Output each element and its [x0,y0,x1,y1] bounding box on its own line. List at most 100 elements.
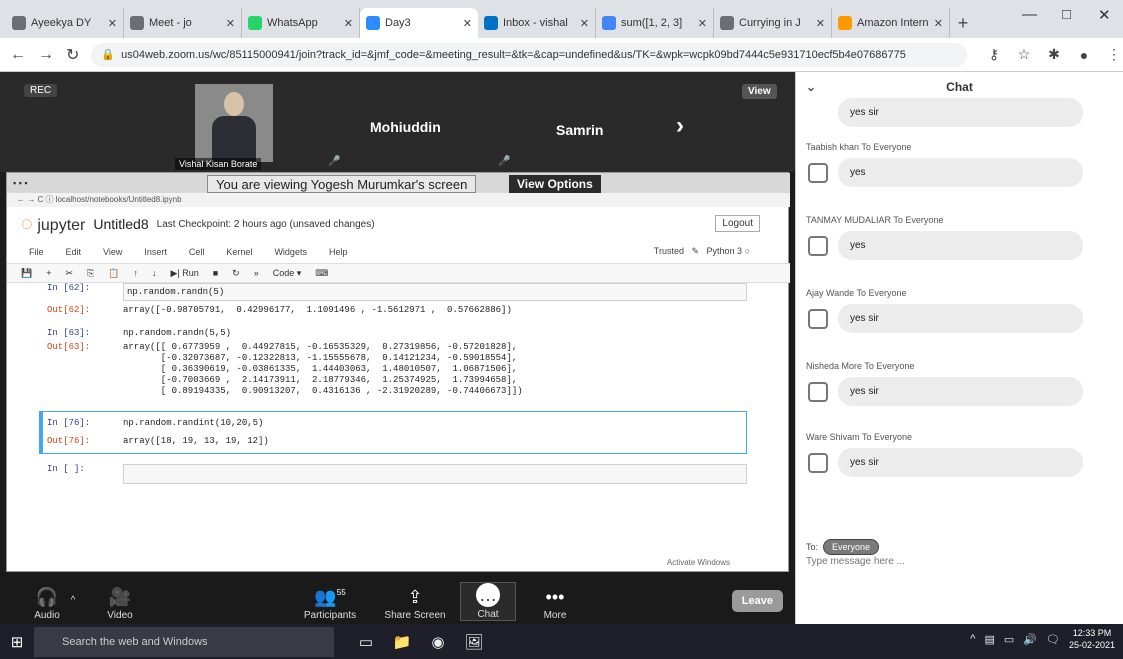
tab-favicon-icon [248,16,262,30]
tab-close-icon[interactable]: ✕ [463,17,472,30]
reload-icon[interactable]: ↻ [66,45,79,65]
leave-button[interactable]: Leave [731,590,783,612]
chat-message-input[interactable] [806,556,1106,567]
browser-tab-strip: Ayeekya DY ✕ Meet - jo ✕ WhatsApp ✕ Day3 ✕ I… [0,0,1123,38]
minimize-icon[interactable]: — [1022,6,1037,23]
file-explorer-icon[interactable]: 📁 [384,627,420,657]
taskbar-clock[interactable]: 12:33 PM 25-02-2021 [1069,627,1115,651]
tab-favicon-icon [838,16,852,30]
chat-message: yes sir [806,98,1106,127]
new-tab-button[interactable]: + [950,8,976,38]
browser-tab[interactable]: Meet - jo ✕ [124,8,242,38]
participant-tile-name[interactable]: Mohiuddin [370,119,441,135]
volume-icon[interactable]: 🔊 [1023,633,1037,646]
maximize-icon[interactable]: □ [1062,6,1071,23]
message-text: yes [838,158,1083,187]
tab-favicon-icon [130,16,144,30]
tab-favicon-icon [602,16,616,30]
url-field[interactable]: 🔒 us04web.zoom.us/wc/85115000941/join?tra… [91,42,967,67]
out-prompt: Out[63]: [47,342,91,352]
participants-icon: 👥55 [314,587,346,607]
browser-tab[interactable]: WhatsApp ✕ [242,8,360,38]
battery-icon[interactable]: ▭ [1004,633,1014,646]
browser-tab[interactable]: sum([1, 2, 3] ✕ [596,8,714,38]
avatar [808,381,828,402]
jupyter-menubar: File Edit View Insert Cell Kernel Widget… [7,241,790,263]
network-icon[interactable]: ▤ [984,633,994,646]
browser-tab[interactable]: Ayeekya DY ✕ [6,8,124,38]
browser-tab[interactable]: Currying in J ✕ [714,8,832,38]
chat-message: Ajay Wande To Everyone yes sir [806,288,1106,333]
browser-tab[interactable]: Amazon Intern ✕ [832,8,950,38]
audio-options-chevron-icon[interactable]: ^ [62,595,84,606]
cell-output: Out[76]: array([18, 19, 13, 19, 12]) [47,436,742,447]
tab-close-icon[interactable]: ✕ [698,17,707,30]
jupyter-logo: ◌ jupyter [21,212,86,235]
url-text: us04web.zoom.us/wc/85115000941/join?trac… [121,48,906,61]
avatar [808,162,828,183]
recipient-select[interactable]: Everyone [823,539,880,555]
menu-file: File [29,247,44,257]
show-hidden-icons-chevron-icon[interactable]: ^ [970,633,975,645]
tab-close-icon[interactable]: ✕ [580,17,589,30]
chrome-icon[interactable]: ◉ [420,627,456,657]
message-sender: Taabish khan To Everyone [806,142,912,152]
video-button[interactable]: 🎥 Video [85,587,155,621]
windows-taskbar: ⊞ Search the web and Windows ▭ 📁 ◉ 🖼 ^ ▤… [0,624,1123,659]
fast-forward-icon: » [253,268,259,278]
next-page-arrow-icon[interactable]: › [676,112,684,140]
menu-kebab-icon[interactable]: ⋮ [1105,46,1123,63]
menu-kernel: Kernel [226,247,253,257]
tab-favicon-icon [720,16,734,30]
star-icon[interactable]: ☆ [1015,46,1033,63]
cell-code: np.random.randint(10,20,5) [123,418,264,428]
windows-start-icon[interactable]: ⊞ [0,633,34,651]
tab-favicon-icon [484,16,498,30]
restart-icon: ↻ [232,267,240,278]
tab-close-icon[interactable]: ✕ [934,17,943,30]
back-icon[interactable]: ← [10,46,26,64]
participants-button[interactable]: 👥55 Participants [295,587,365,621]
cut-icon: ✂ [65,267,74,278]
video-camera-icon: 🎥 [108,587,132,607]
menu-insert: Insert [144,247,167,257]
tab-title: Ayeekya DY [31,17,92,29]
profile-icon[interactable]: ● [1075,47,1093,63]
zoom-meeting-view: REC View Vishal Kisan Borate Mohiuddin S… [0,72,795,624]
close-window-icon[interactable]: ✕ [1098,6,1111,24]
collapse-chevron-icon[interactable]: ⌄ [806,80,816,94]
copy-icon: ⎘ [87,267,95,278]
move-up-icon: ↑ [133,268,138,278]
tab-close-icon[interactable]: ✕ [816,17,825,30]
notification-icon[interactable]: 🗨 [1046,633,1060,646]
extension-icon[interactable]: ✱ [1045,46,1063,63]
browser-tab-active[interactable]: Day3 ✕ [360,8,478,38]
view-options-button[interactable]: View Options [509,175,601,193]
chat-message: Taabish khan To Everyone yes [806,142,1106,187]
notebook-cell: In [62]: np.random.randn(5) [47,283,747,301]
message-sender: Nisheda More To Everyone [806,361,915,371]
jupyter-header: ◌ jupyter Untitled8 Last Checkpoint: 2 h… [7,207,790,241]
view-button[interactable]: View [742,84,777,99]
photos-icon[interactable]: 🖼 [456,627,492,657]
avatar [808,452,828,473]
taskbar-search-input[interactable]: Search the web and Windows [34,626,334,657]
tab-close-icon[interactable]: ✕ [344,17,353,30]
tab-close-icon[interactable]: ✕ [108,17,117,30]
recording-badge: REC [24,84,58,97]
notebook-cells: In [62]: np.random.randn(5) Out[62]: arr… [39,283,747,553]
participant-video-tile[interactable] [195,84,273,162]
participant-tile-name[interactable]: Samrin [556,122,603,138]
message-sender: Ajay Wande To Everyone [806,288,907,298]
task-view-icon[interactable]: ▭ [348,627,384,657]
checkpoint-status: Last Checkpoint: 2 hours ago (unsaved ch… [156,218,375,230]
chat-button[interactable]: … Chat [460,582,516,621]
share-screen-button[interactable]: ⇪ Share Screen [380,587,450,621]
tab-close-icon[interactable]: ✕ [226,17,235,30]
browser-tab[interactable]: Inbox - vishal ✕ [478,8,596,38]
more-button[interactable]: ••• More [520,587,590,621]
paste-icon: 📋 [108,267,120,278]
forward-icon[interactable]: → [38,46,54,64]
clock-date: 25-02-2021 [1068,640,1115,650]
key-icon[interactable]: ⚷ [985,46,1003,63]
